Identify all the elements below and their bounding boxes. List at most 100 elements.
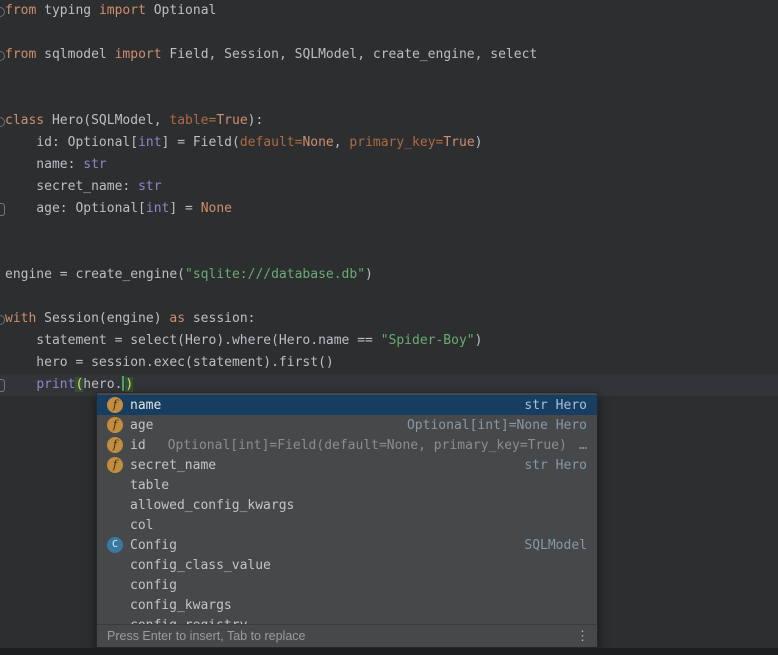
completion-item-type-hint: str Hero [524,458,587,473]
code-token [5,377,36,392]
code-line[interactable]: statement = select(Hero).where(Hero.name… [0,330,778,352]
completion-item[interactable]: fnamestr Hero [97,395,597,415]
completion-footer: Press Enter to insert, Tab to replace ⋮ [97,624,597,647]
code-token: import [99,3,146,18]
code-token: ) [125,377,133,392]
completion-item-type-hint: Optional[int]=None Hero [407,418,587,433]
code-token: secret_name: [5,179,138,194]
code-line[interactable]: age: Optional[int] = None [0,198,778,220]
code-line[interactable]: from sqlmodel import Field, Session, SQL… [0,44,778,66]
code-token: Hero(SQLModel, [44,113,169,128]
completion-item-signature: Optional[int]=Field(default=None, primar… [168,438,567,453]
completion-item[interactable]: fid Optional[int]=Field(default=None, pri… [97,435,597,455]
class-icon: C [107,537,123,553]
field-icon: f [107,397,123,413]
icon-placeholder [107,517,123,533]
completion-item[interactable]: config [97,575,597,595]
completion-item-label: col [130,518,153,533]
code-line[interactable] [0,88,778,110]
completion-item-label: config_kwargs [130,598,232,613]
gutter-bookmark-icon [0,203,5,216]
completion-item-label: age [130,418,153,433]
completion-item[interactable]: allowed_config_kwargs [97,495,597,515]
code-line[interactable] [0,66,778,88]
completion-item-type-hint: … [579,438,587,453]
code-token: hero. [83,377,122,392]
code-token: class [5,113,44,128]
code-token: int [146,201,169,216]
completion-item[interactable]: col [97,515,597,535]
code-token: hero = session.exec(statement).first() [5,355,334,370]
completion-item[interactable]: config_registry [97,615,597,624]
code-token: "sqlite:///database.db" [185,267,365,282]
code-token: True [216,113,247,128]
completion-item[interactable]: C Config SQLModel [97,535,597,555]
completion-item-type-hint: SQLModel [524,538,587,553]
code-line[interactable] [0,220,778,242]
completion-item-label: config [130,578,177,593]
icon-placeholder [107,597,123,613]
code-token: True [443,135,474,150]
code-token: typing [36,3,99,18]
code-token: ): [248,113,264,128]
field-icon: f [107,417,123,433]
more-options-icon[interactable]: ⋮ [576,628,589,644]
code-token: int [138,135,161,150]
code-token: str [138,179,161,194]
code-line[interactable]: id: Optional[int] = Field(default=None, … [0,132,778,154]
completion-item-label: table [130,478,169,493]
code-line[interactable] [0,242,778,264]
code-token: ) [475,333,483,348]
code-token: ] = Field( [162,135,240,150]
completion-item-label: name [130,398,161,413]
completion-item-label: config_registry [130,618,247,625]
code-token: primary_key= [349,135,443,150]
code-line[interactable]: engine = create_engine("sqlite:///databa… [0,264,778,286]
completion-item[interactable]: fsecret_namestr Hero [97,455,597,475]
completion-list[interactable]: fnamestr HerofageOptional[int]=None Hero… [97,393,597,624]
completion-item-label: allowed_config_kwargs [130,498,294,513]
code-token: table= [169,113,216,128]
completion-item[interactable]: table [97,475,597,495]
code-token: Optional [146,3,216,18]
code-token: ) [475,135,483,150]
field-icon: f [107,437,123,453]
ide-editor-window: from typing import Optionalfrom sqlmodel… [0,0,778,655]
window-bottom-edge [0,648,778,655]
code-line[interactable] [0,22,778,44]
code-token: None [302,135,333,150]
code-token: sqlmodel [36,47,114,62]
code-token: ) [365,267,373,282]
completion-item-label: id [130,438,146,453]
code-token: "Spider-Boy" [381,333,475,348]
icon-placeholder [107,477,123,493]
completion-popup: fnamestr HerofageOptional[int]=None Hero… [96,392,598,648]
code-token: print [36,377,75,392]
code-token: session: [185,311,255,326]
code-token: age: Optional[ [5,201,146,216]
code-line[interactable]: name: str [0,154,778,176]
completion-item[interactable]: config_class_value [97,555,597,575]
code-token: id: Optional[ [5,135,138,150]
code-line[interactable] [0,286,778,308]
code-token: str [83,157,106,172]
code-token: ] = [169,201,200,216]
completion-item-label: Config [130,538,177,553]
code-token: statement = select(Hero).where(Hero.name… [5,333,381,348]
code-token: from [5,3,36,18]
icon-placeholder [107,497,123,513]
code-line[interactable]: with Session(engine) as session: [0,308,778,330]
completion-item[interactable]: config_kwargs [97,595,597,615]
code-token: engine = create_engine( [5,267,185,282]
code-token: from [5,47,36,62]
code-line[interactable]: class Hero(SQLModel, table=True): [0,110,778,132]
code-token: with [5,311,36,326]
code-line[interactable]: from typing import Optional [0,0,778,22]
code-token: name: [5,157,83,172]
code-token: Session(engine) [36,311,169,326]
code-line[interactable]: secret_name: str [0,176,778,198]
completion-item[interactable]: fage Optional[int]=None Hero [97,415,597,435]
field-icon: f [107,457,123,473]
code-line[interactable]: hero = session.exec(statement).first() [0,352,778,374]
code-token: , [334,135,350,150]
